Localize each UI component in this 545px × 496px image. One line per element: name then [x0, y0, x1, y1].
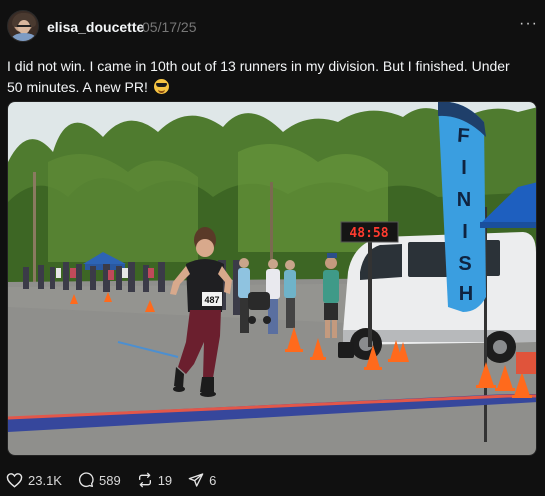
- sunglasses-emoji-icon: [153, 79, 169, 94]
- share-button[interactable]: 6: [188, 472, 216, 488]
- race-finish-photo: F I N I S H 48:58 487: [8, 102, 536, 455]
- svg-text:F: F: [457, 125, 471, 148]
- svg-text:I: I: [462, 221, 468, 243]
- heart-icon: [6, 473, 23, 488]
- post-date[interactable]: 05/17/25: [142, 19, 197, 35]
- share-count: 6: [209, 472, 217, 488]
- svg-text:S: S: [458, 253, 471, 275]
- svg-text:I: I: [461, 157, 467, 179]
- avatar[interactable]: [7, 10, 39, 42]
- comment-count: 589: [98, 472, 121, 488]
- like-count: 23.1K: [28, 472, 62, 488]
- thread-post: elisa_doucette 05/17/25 ··· I did not wi…: [0, 0, 545, 496]
- username[interactable]: elisa_doucette: [47, 19, 144, 35]
- svg-text:N: N: [457, 189, 471, 211]
- caption-text: I did not win. I came in 10th out of 13 …: [7, 58, 510, 95]
- repost-button[interactable]: 19: [137, 472, 172, 488]
- svg-text:48:58: 48:58: [349, 226, 388, 241]
- svg-text:H: H: [459, 283, 473, 305]
- more-options-icon[interactable]: ···: [519, 15, 538, 33]
- comment-icon: [78, 472, 94, 488]
- svg-text:487: 487: [204, 295, 219, 305]
- like-button[interactable]: 23.1K: [6, 472, 62, 488]
- comment-button[interactable]: 589: [78, 472, 121, 488]
- repost-icon: [138, 472, 151, 488]
- send-icon: [188, 473, 204, 487]
- repost-count: 19: [157, 472, 173, 488]
- post-caption: I did not win. I came in 10th out of 13 …: [7, 56, 527, 98]
- post-photo[interactable]: F I N I S H 48:58 487: [7, 101, 537, 456]
- post-actions: 23.1K 589 19 6: [6, 470, 232, 490]
